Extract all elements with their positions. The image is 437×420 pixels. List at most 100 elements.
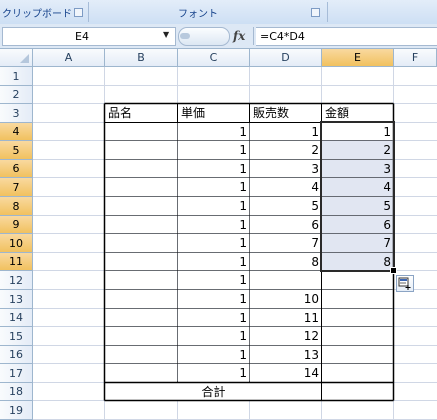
name-box-value: E4 [75, 30, 89, 43]
column-header-a[interactable]: A [33, 49, 105, 67]
cell-b7[interactable] [105, 178, 178, 197]
grip-icon [180, 33, 190, 39]
auto-fill-options-icon [398, 277, 411, 290]
row-header-9[interactable]: 9 [0, 216, 33, 234]
row-header-3[interactable]: 3 [0, 104, 33, 123]
row-header-18[interactable]: 18 [0, 383, 33, 401]
cell-b4[interactable] [105, 123, 178, 141]
row-header-12[interactable]: 12 [0, 271, 33, 290]
clipboard-group[interactable]: クリップボード [0, 0, 86, 23]
cell-b10[interactable] [105, 234, 178, 253]
cell-d7[interactable]: 4 [250, 178, 322, 197]
cell-d5[interactable]: 2 [250, 141, 322, 160]
column-header-d[interactable]: D [250, 49, 322, 67]
ribbon-separator [327, 2, 328, 22]
select-all-corner[interactable] [0, 49, 33, 67]
row-header-16[interactable]: 16 [0, 346, 33, 364]
cell-d12[interactable] [250, 271, 322, 290]
cell-d17[interactable]: 14 [250, 364, 322, 383]
cell-e15[interactable] [322, 327, 394, 346]
cell-c17[interactable]: 1 [178, 364, 250, 383]
formula-input[interactable]: =C4*D4 [256, 27, 437, 46]
cell-c15[interactable]: 1 [178, 327, 250, 346]
cell-d8[interactable]: 5 [250, 197, 322, 216]
cell-c4[interactable]: 1 [178, 123, 250, 141]
gridline [33, 85, 437, 86]
cell-c10[interactable]: 1 [178, 234, 250, 253]
row-header-1[interactable]: 1 [0, 67, 33, 86]
column-header-b[interactable]: B [105, 49, 178, 67]
name-box[interactable]: E4 [2, 27, 176, 46]
cell-d14[interactable]: 11 [250, 309, 322, 327]
row-header-5[interactable]: 5 [0, 141, 33, 160]
header-tanka[interactable]: 単価 [178, 104, 250, 123]
font-launcher-icon[interactable] [311, 8, 320, 17]
cell-e17[interactable] [322, 364, 394, 383]
row-header-14[interactable]: 14 [0, 309, 33, 327]
column-header-e[interactable]: E [322, 49, 394, 67]
clipboard-launcher-icon[interactable] [74, 8, 83, 17]
row-header-4[interactable]: 4 [0, 123, 33, 141]
cell-b9[interactable] [105, 216, 178, 234]
cell-c11[interactable]: 1 [178, 253, 250, 271]
worksheet-grid[interactable]: A B C D E F 1 2 3 4 5 6 7 8 9 10 11 12 13 14 15 16 17 18 19 品名 単価販… [0, 49, 437, 420]
cell-d16[interactable]: 13 [250, 346, 322, 364]
column-header-f[interactable]: F [394, 49, 437, 67]
cell-c16[interactable]: 1 [178, 346, 250, 364]
cell-d6[interactable]: 3 [250, 160, 322, 178]
cell-c13[interactable]: 1 [178, 290, 250, 309]
clipboard-group-label: クリップボード [2, 9, 72, 20]
cell-c6[interactable]: 1 [178, 160, 250, 178]
row-header-19[interactable]: 19 [0, 401, 33, 420]
formula-bar-divider [253, 27, 254, 45]
cell-d15[interactable]: 12 [250, 327, 322, 346]
cell-c7[interactable]: 1 [178, 178, 250, 197]
header-hanbaisu[interactable]: 販売数 [250, 104, 322, 123]
row-header-15[interactable]: 15 [0, 327, 33, 346]
formula-bar: E4 ▼ fx =C4*D4 [0, 24, 437, 49]
row-header-11[interactable]: 11 [0, 253, 33, 271]
ribbon-separator [88, 2, 89, 22]
row-header-13[interactable]: 13 [0, 290, 33, 309]
row-header-7[interactable]: 7 [0, 178, 33, 197]
fill-handle[interactable] [390, 267, 397, 274]
cell-e12[interactable] [322, 271, 394, 290]
cell-d10[interactable]: 7 [250, 234, 322, 253]
insert-function-icon[interactable]: fx [233, 29, 245, 43]
chevron-down-icon[interactable]: ▼ [163, 30, 169, 39]
row-header-10[interactable]: 10 [0, 234, 33, 253]
cell-b6[interactable] [105, 160, 178, 178]
cell-d4[interactable]: 1 [250, 123, 322, 141]
cell-b13[interactable] [105, 290, 178, 309]
cell-e13[interactable] [322, 290, 394, 309]
cell-c14[interactable]: 1 [178, 309, 250, 327]
cell-c9[interactable]: 1 [178, 216, 250, 234]
cell-b17[interactable] [105, 364, 178, 383]
cell-e14[interactable] [322, 309, 394, 327]
cell-b16[interactable] [105, 346, 178, 364]
cell-e16[interactable] [322, 346, 394, 364]
cell-b15[interactable] [105, 327, 178, 346]
row-header-17[interactable]: 17 [0, 364, 33, 383]
row-header-8[interactable]: 8 [0, 197, 33, 216]
row-header-6[interactable]: 6 [0, 160, 33, 178]
font-group[interactable]: フォント [90, 0, 325, 23]
cell-b8[interactable] [105, 197, 178, 216]
cell-b5[interactable] [105, 141, 178, 160]
cell-d13[interactable]: 10 [250, 290, 322, 309]
ribbon: クリップボード フォント [0, 0, 437, 25]
row-header-2[interactable]: 2 [0, 86, 33, 104]
total-label[interactable]: 合計 [105, 383, 322, 401]
cell-c5[interactable]: 1 [178, 141, 250, 160]
auto-fill-options-button[interactable] [396, 275, 414, 292]
cell-b12[interactable] [105, 271, 178, 290]
cell-c12[interactable]: 1 [178, 271, 250, 290]
column-header-c[interactable]: C [178, 49, 250, 67]
cell-c8[interactable]: 1 [178, 197, 250, 216]
header-hinmei[interactable]: 品名 [105, 104, 178, 123]
select-all-icon [20, 54, 29, 63]
cell-d9[interactable]: 6 [250, 216, 322, 234]
cell-b11[interactable] [105, 253, 178, 271]
cell-b14[interactable] [105, 309, 178, 327]
cell-d11[interactable]: 8 [250, 253, 322, 271]
